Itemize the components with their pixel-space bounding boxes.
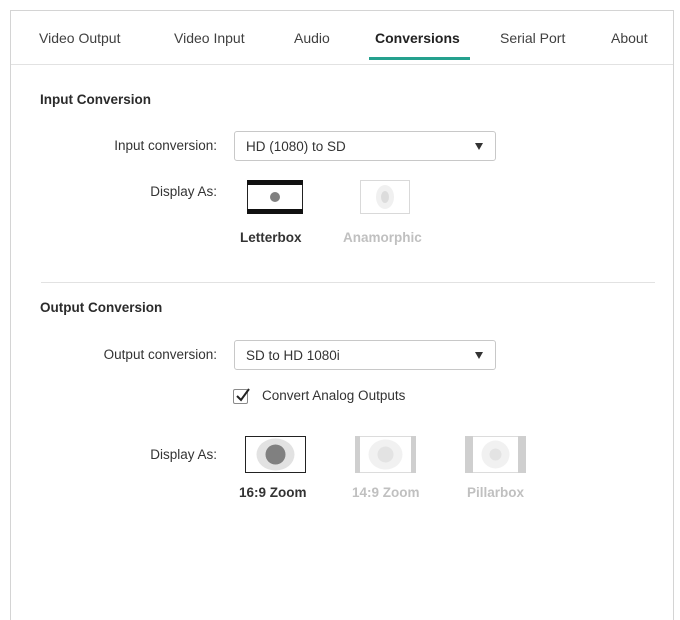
tab-video-input[interactable]: Video Input [174,30,245,46]
anamorphic-label: Anamorphic [343,230,422,245]
input-conversion-value: HD (1080) to SD [246,139,346,154]
output-conversion-value: SD to HD 1080i [246,348,340,363]
convert-analog-label: Convert Analog Outputs [262,388,406,403]
zoom-16-9-option[interactable] [245,436,306,473]
tab-about[interactable]: About [611,30,648,46]
convert-analog-checkbox[interactable] [233,388,250,404]
letterbox-icon [247,180,303,214]
input-conversion-label: Input conversion: [114,138,217,153]
tab-serial-port[interactable]: Serial Port [500,30,565,46]
input-display-as-label: Display As: [150,184,217,199]
output-conversion-label: Output conversion: [103,347,217,362]
conversions-panel: Video Output Video Input Audio Conversio… [10,10,674,620]
zoom-14-9-option[interactable] [355,436,416,473]
zoom-16-9-icon [245,436,306,473]
zoom-14-9-label: 14:9 Zoom [352,485,420,500]
pillarbox-label: Pillarbox [467,485,525,500]
input-conversion-title: Input Conversion [40,92,151,107]
chevron-down-icon [475,143,483,150]
tab-bar: Video Output Video Input Audio Conversio… [11,11,673,65]
pillarbox-icon [465,436,526,473]
active-tab-indicator [369,57,470,60]
output-conversion-title: Output Conversion [40,300,163,315]
tab-video-output[interactable]: Video Output [39,30,120,46]
input-conversion-select[interactable]: HD (1080) to SD [234,131,496,161]
letterbox-label: Letterbox [240,230,302,245]
output-display-as-label: Display As: [150,447,217,462]
output-conversion-select[interactable]: SD to HD 1080i [234,340,496,370]
anamorphic-option[interactable] [360,180,410,214]
section-divider [41,282,655,283]
tab-conversions[interactable]: Conversions [375,30,460,46]
zoom-16-9-label: 16:9 Zoom [239,485,307,500]
letterbox-option[interactable] [247,180,303,214]
anamorphic-icon [360,180,410,214]
zoom-14-9-icon [355,436,416,473]
pillarbox-option[interactable] [465,436,526,473]
tab-audio[interactable]: Audio [294,30,330,46]
chevron-down-icon [475,352,483,359]
checkmark-icon [236,388,250,402]
